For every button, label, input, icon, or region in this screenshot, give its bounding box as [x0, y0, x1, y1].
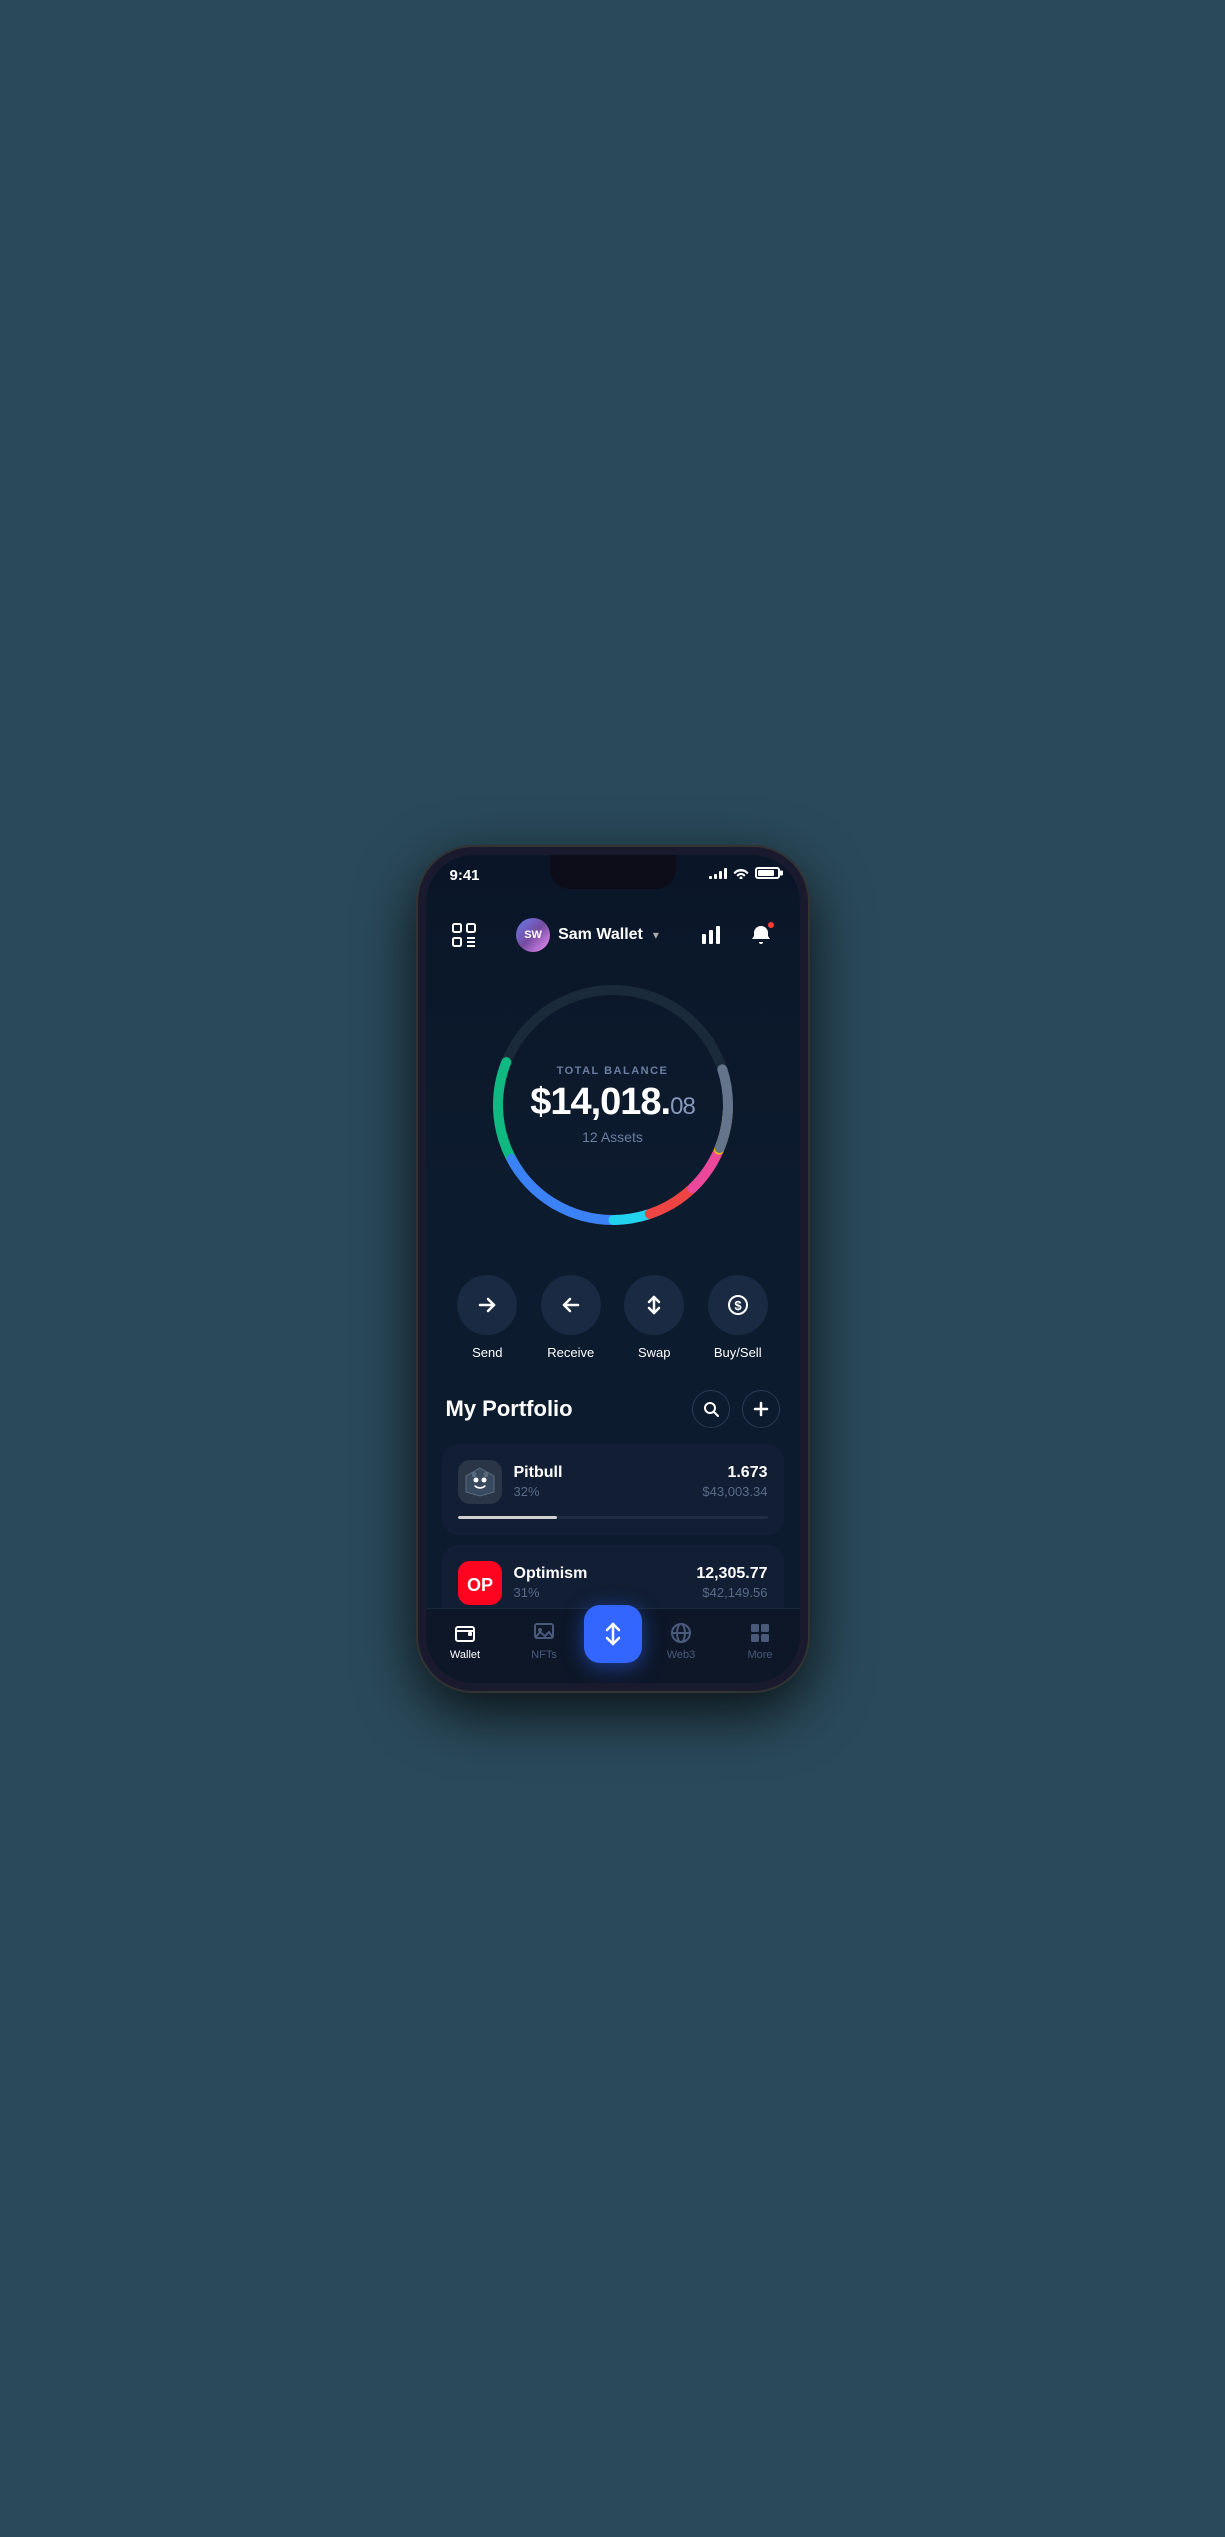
wifi-icon — [733, 867, 749, 879]
wallet-nav-icon — [453, 1621, 477, 1645]
receive-icon-circle — [541, 1275, 601, 1335]
balance-amount: $14,018.08 — [530, 1083, 695, 1121]
phone-frame: 9:41 — [418, 847, 808, 1691]
swap-icon-circle — [624, 1275, 684, 1335]
balance-cents: 08 — [670, 1093, 695, 1120]
swap-label: Swap — [638, 1345, 671, 1360]
optimism-amount: 12,305.77 — [696, 1565, 767, 1583]
receive-button[interactable]: Receive — [541, 1275, 601, 1360]
buysell-label: Buy/Sell — [714, 1345, 762, 1360]
buysell-icon-circle: $ — [708, 1275, 768, 1335]
pitbull-percent: 32% — [514, 1484, 563, 1499]
nfts-nav-icon — [532, 1621, 556, 1645]
portfolio-actions — [692, 1390, 780, 1428]
notch — [550, 855, 676, 889]
swap-button[interactable]: Swap — [624, 1275, 684, 1360]
balance-label: TOTAL BALANCE — [530, 1065, 695, 1077]
buysell-button[interactable]: $ Buy/Sell — [708, 1275, 768, 1360]
chart-icon[interactable] — [693, 917, 729, 953]
nav-web3[interactable]: Web3 — [642, 1621, 721, 1661]
more-nav-label: More — [747, 1649, 772, 1661]
portfolio-title: My Portfolio — [446, 1396, 573, 1422]
nav-nfts[interactable]: NFTs — [505, 1621, 584, 1661]
optimism-value: $42,149.56 — [696, 1585, 767, 1600]
balance-assets: 12 Assets — [530, 1129, 695, 1145]
avatar: SW — [516, 918, 550, 952]
send-icon-circle — [457, 1275, 517, 1335]
app-content: 9:41 — [426, 855, 800, 1683]
optimism-icon: OP — [458, 1561, 502, 1605]
battery-icon — [755, 867, 780, 879]
signal-icon — [709, 867, 727, 879]
portfolio-header: My Portfolio — [426, 1370, 800, 1444]
pitbull-value: $43,003.34 — [702, 1484, 767, 1499]
nav-more[interactable]: More — [721, 1621, 800, 1661]
balance-info: TOTAL BALANCE $14,018.08 12 Assets — [530, 1065, 695, 1145]
pitbull-name: Pitbull — [514, 1464, 563, 1482]
nfts-nav-label: NFTs — [531, 1649, 557, 1661]
svg-text:OP: OP — [466, 1575, 492, 1595]
pitbull-amount: 1.673 — [702, 1464, 767, 1482]
asset-card-pitbull[interactable]: Pitbull 32% 1.673 $43,003.34 — [442, 1444, 784, 1535]
more-nav-icon — [748, 1621, 772, 1645]
bottom-nav: Wallet NFTs — [426, 1608, 800, 1683]
scan-icon[interactable] — [446, 917, 482, 953]
header: SW Sam Wallet ▾ — [426, 905, 800, 965]
status-icons — [709, 867, 780, 879]
web3-nav-icon — [669, 1621, 693, 1645]
balance-main: $14,018. — [530, 1081, 670, 1123]
balance-section: TOTAL BALANCE $14,018.08 12 Assets — [426, 965, 800, 1255]
balance-ring: TOTAL BALANCE $14,018.08 12 Assets — [483, 975, 743, 1235]
search-button[interactable] — [692, 1390, 730, 1428]
web3-nav-label: Web3 — [667, 1649, 696, 1661]
send-button[interactable]: Send — [457, 1275, 517, 1360]
send-label: Send — [472, 1345, 502, 1360]
nav-wallet[interactable]: Wallet — [426, 1621, 505, 1661]
header-right — [693, 917, 779, 953]
svg-text:$: $ — [734, 1298, 742, 1313]
actions: Send Receive — [426, 1255, 800, 1370]
optimism-name: Optimism — [514, 1565, 588, 1583]
optimism-percent: 31% — [514, 1585, 588, 1600]
wallet-nav-label: Wallet — [450, 1649, 480, 1661]
notification-badge — [767, 921, 775, 929]
chevron-down-icon: ▾ — [653, 928, 659, 942]
receive-label: Receive — [547, 1345, 594, 1360]
center-action-button[interactable] — [584, 1605, 642, 1663]
user-name: Sam Wallet — [558, 926, 643, 944]
bell-icon[interactable] — [743, 917, 779, 953]
pitbull-icon — [458, 1460, 502, 1504]
user-selector[interactable]: SW Sam Wallet ▾ — [516, 918, 659, 952]
pitbull-progress-bar — [458, 1516, 768, 1519]
add-asset-button[interactable] — [742, 1390, 780, 1428]
pitbull-progress-fill — [458, 1516, 557, 1519]
